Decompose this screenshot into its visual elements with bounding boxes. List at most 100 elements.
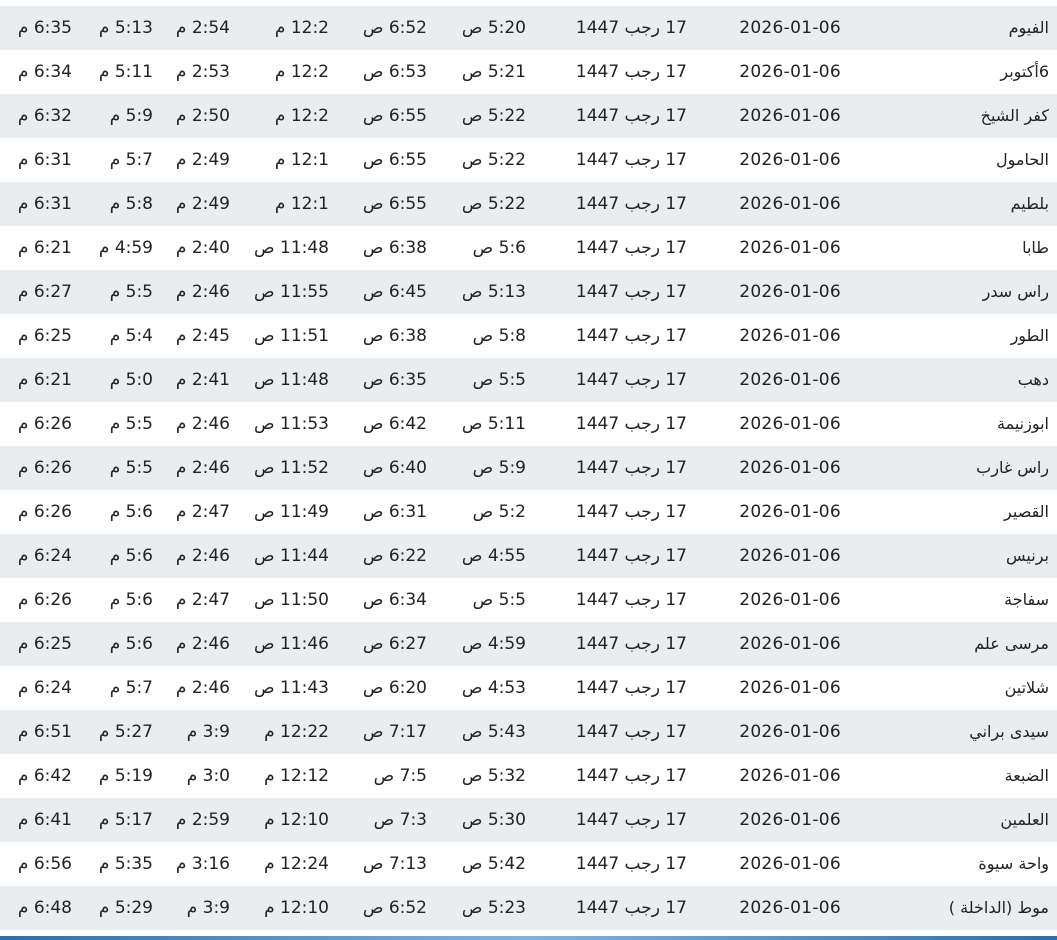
hijri-date: 17 رجب 1447 bbox=[575, 238, 687, 258]
table-row: بلطيم 2026-01-06 17 رجب 1447 5:22 ص 6:55 ص 12… bbox=[0, 182, 1057, 226]
fajr-time: 5:9 ص bbox=[472, 458, 526, 478]
table-row: واحة سيوة 2026-01-06 17 رجب 1447 5:42 ص 7:13… bbox=[0, 842, 1057, 886]
city-name: برنيس bbox=[1006, 546, 1049, 565]
sunrise-time: 6:31 ص bbox=[362, 502, 427, 522]
asr-time: 2:46 م bbox=[175, 634, 230, 654]
dhuhr-time: 12:2 م bbox=[274, 18, 329, 38]
maghrib-time: 5:9 م bbox=[109, 106, 153, 126]
dhuhr-time: 12:24 م bbox=[264, 854, 329, 874]
bottom-scroll-edge bbox=[0, 936, 1057, 940]
maghrib-time: 5:6 م bbox=[109, 546, 153, 566]
city-name: راس غارب bbox=[976, 458, 1049, 477]
isha-time: 6:26 م bbox=[17, 502, 72, 522]
dhuhr-time: 12:12 م bbox=[264, 766, 329, 786]
hijri-date: 17 رجب 1447 bbox=[575, 722, 687, 742]
asr-time: 2:53 م bbox=[175, 62, 230, 82]
hijri-date: 17 رجب 1447 bbox=[575, 898, 687, 918]
isha-time: 6:51 م bbox=[17, 722, 72, 742]
gregorian-date: 2026-01-06 bbox=[739, 634, 841, 654]
fajr-time: 5:22 ص bbox=[461, 106, 526, 126]
table-row: القصير 2026-01-06 17 رجب 1447 5:2 ص 6:31 ص 11… bbox=[0, 490, 1057, 534]
table-row: موط (الداخلة ) 2026-01-06 17 رجب 1447 5:23 … bbox=[0, 886, 1057, 930]
isha-time: 6:21 م bbox=[17, 370, 72, 390]
city-name: الطور bbox=[1010, 326, 1049, 345]
fajr-time: 4:59 ص bbox=[461, 634, 526, 654]
dhuhr-time: 12:22 م bbox=[264, 722, 329, 742]
sunrise-time: 6:35 ص bbox=[362, 370, 427, 390]
sunrise-time: 6:55 ص bbox=[362, 106, 427, 126]
maghrib-time: 5:11 م bbox=[98, 62, 153, 82]
gregorian-date: 2026-01-06 bbox=[739, 150, 841, 170]
hijri-date: 17 رجب 1447 bbox=[575, 678, 687, 698]
maghrib-time: 5:7 م bbox=[109, 678, 153, 698]
table-row: كفر الشيخ 2026-01-06 17 رجب 1447 5:22 ص 6:55… bbox=[0, 94, 1057, 138]
asr-time: 2:45 م bbox=[175, 326, 230, 346]
gregorian-date: 2026-01-06 bbox=[739, 18, 841, 38]
isha-time: 6:41 م bbox=[17, 810, 72, 830]
isha-time: 6:26 م bbox=[17, 458, 72, 478]
dhuhr-time: 11:49 ص bbox=[254, 502, 329, 522]
asr-time: 3:9 م bbox=[186, 722, 230, 742]
hijri-date: 17 رجب 1447 bbox=[575, 194, 687, 214]
sunrise-time: 6:45 ص bbox=[362, 282, 427, 302]
isha-time: 6:31 م bbox=[17, 194, 72, 214]
asr-time: 2:47 م bbox=[175, 590, 230, 610]
dhuhr-time: 11:48 ص bbox=[254, 370, 329, 390]
sunrise-time: 6:38 ص bbox=[362, 238, 427, 258]
sunrise-time: 7:5 ص bbox=[373, 766, 427, 786]
fajr-time: 5:30 ص bbox=[461, 810, 526, 830]
table-row: راس غارب 2026-01-06 17 رجب 1447 5:9 ص 6:40 ص… bbox=[0, 446, 1057, 490]
hijri-date: 17 رجب 1447 bbox=[575, 810, 687, 830]
fajr-time: 5:5 ص bbox=[472, 370, 526, 390]
table-row: ابوزنيمة 2026-01-06 17 رجب 1447 5:11 ص 6:42 … bbox=[0, 402, 1057, 446]
gregorian-date: 2026-01-06 bbox=[739, 62, 841, 82]
fajr-time: 5:5 ص bbox=[472, 590, 526, 610]
city-name: ابوزنيمة bbox=[997, 414, 1049, 433]
sunrise-time: 6:55 ص bbox=[362, 194, 427, 214]
maghrib-time: 5:29 م bbox=[98, 898, 153, 918]
sunrise-time: 6:55 ص bbox=[362, 150, 427, 170]
asr-time: 3:16 م bbox=[175, 854, 230, 874]
dhuhr-time: 12:10 م bbox=[264, 810, 329, 830]
hijri-date: 17 رجب 1447 bbox=[575, 590, 687, 610]
fajr-time: 4:55 ص bbox=[461, 546, 526, 566]
city-name: الضبعة bbox=[1004, 766, 1049, 785]
asr-time: 2:46 م bbox=[175, 414, 230, 434]
sunrise-time: 6:38 ص bbox=[362, 326, 427, 346]
asr-time: 2:40 م bbox=[175, 238, 230, 258]
asr-time: 2:47 م bbox=[175, 502, 230, 522]
maghrib-time: 5:0 م bbox=[109, 370, 153, 390]
maghrib-time: 5:27 م bbox=[98, 722, 153, 742]
isha-time: 6:42 م bbox=[17, 766, 72, 786]
dhuhr-time: 11:43 ص bbox=[254, 678, 329, 698]
sunrise-time: 6:52 ص bbox=[362, 18, 427, 38]
gregorian-date: 2026-01-06 bbox=[739, 238, 841, 258]
gregorian-date: 2026-01-06 bbox=[739, 810, 841, 830]
fajr-time: 5:42 ص bbox=[461, 854, 526, 874]
asr-time: 2:54 م bbox=[175, 18, 230, 38]
gregorian-date: 2026-01-06 bbox=[739, 590, 841, 610]
maghrib-time: 5:17 م bbox=[98, 810, 153, 830]
asr-time: 3:9 م bbox=[186, 898, 230, 918]
dhuhr-time: 11:48 ص bbox=[254, 238, 329, 258]
isha-time: 6:26 م bbox=[17, 414, 72, 434]
sunrise-time: 6:42 ص bbox=[362, 414, 427, 434]
isha-time: 6:25 م bbox=[17, 634, 72, 654]
isha-time: 6:26 م bbox=[17, 590, 72, 610]
fajr-time: 5:6 ص bbox=[472, 238, 526, 258]
city-name: كفر الشيخ bbox=[980, 106, 1049, 125]
asr-time: 2:49 م bbox=[175, 194, 230, 214]
fajr-time: 4:53 ص bbox=[461, 678, 526, 698]
maghrib-time: 5:35 م bbox=[98, 854, 153, 874]
asr-time: 2:46 م bbox=[175, 678, 230, 698]
isha-time: 6:56 م bbox=[17, 854, 72, 874]
table-row: برنيس 2026-01-06 17 رجب 1447 4:55 ص 6:22 ص 11… bbox=[0, 534, 1057, 578]
maghrib-time: 5:6 م bbox=[109, 502, 153, 522]
gregorian-date: 2026-01-06 bbox=[739, 678, 841, 698]
city-name: العلمين bbox=[1000, 810, 1049, 829]
asr-time: 2:41 م bbox=[175, 370, 230, 390]
gregorian-date: 2026-01-06 bbox=[739, 370, 841, 390]
isha-time: 6:25 م bbox=[17, 326, 72, 346]
fajr-time: 5:43 ص bbox=[461, 722, 526, 742]
fajr-time: 5:32 ص bbox=[461, 766, 526, 786]
